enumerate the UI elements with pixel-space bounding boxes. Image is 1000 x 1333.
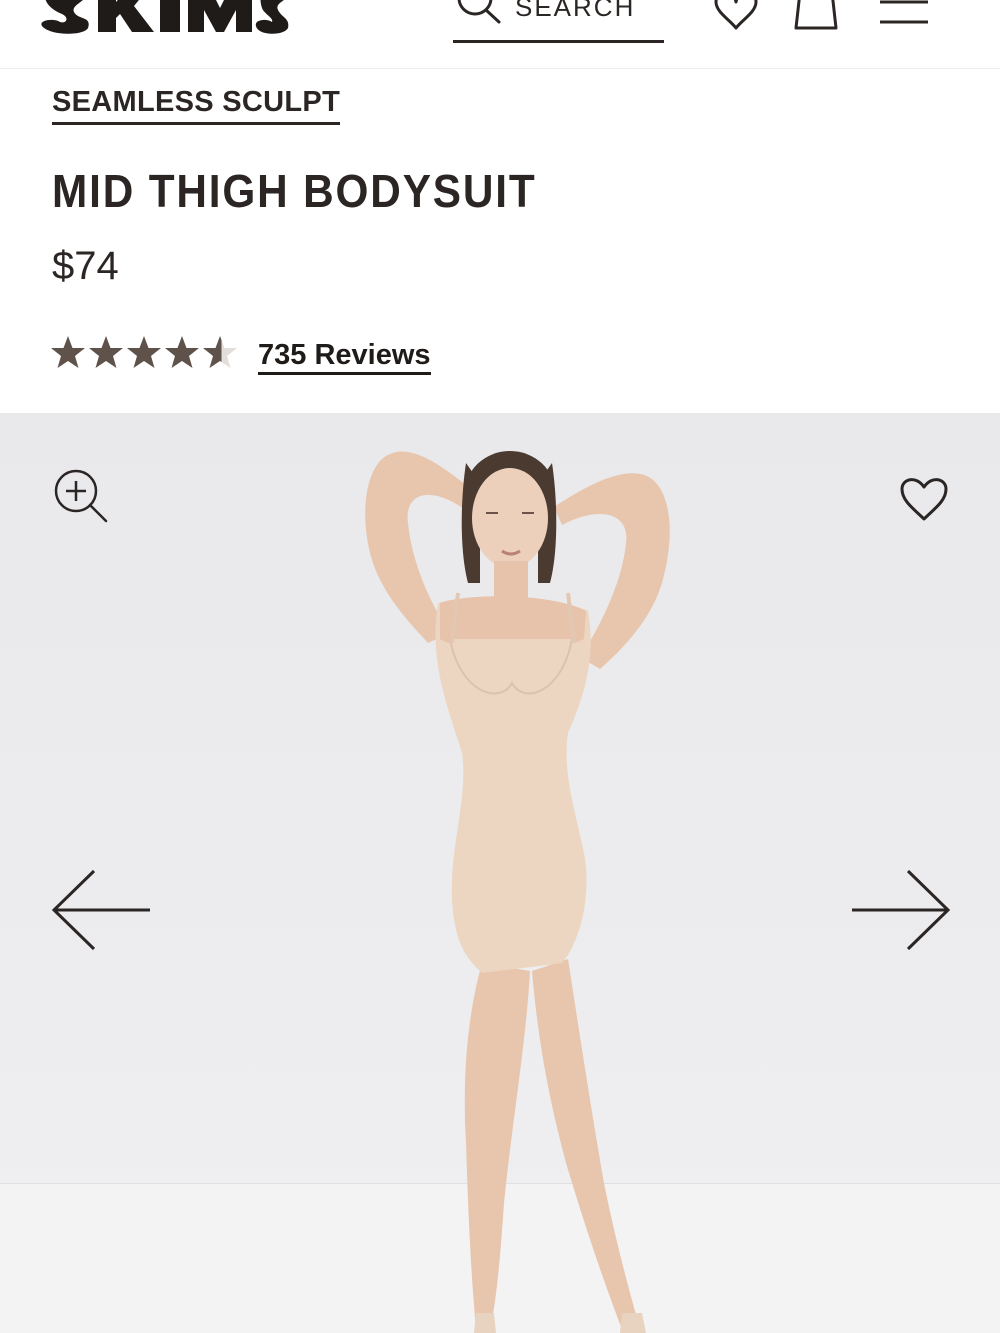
search-label: SEARCH bbox=[515, 0, 636, 22]
bag-icon[interactable] bbox=[792, 0, 840, 32]
star-icon-2 bbox=[89, 336, 123, 368]
star-rating[interactable] bbox=[50, 334, 240, 374]
site-header: SEARCH bbox=[0, 0, 1000, 69]
star-half-icon bbox=[203, 336, 237, 368]
search-icon bbox=[457, 0, 501, 24]
zoom-in-icon[interactable] bbox=[52, 467, 112, 527]
brand-logo[interactable] bbox=[40, 0, 290, 36]
product-image-model bbox=[365, 451, 670, 1333]
arrow-right-icon[interactable] bbox=[846, 865, 954, 955]
star-icon-1 bbox=[51, 336, 85, 368]
star-icon-4 bbox=[165, 336, 199, 368]
reviews-link[interactable]: 735 Reviews bbox=[258, 338, 431, 375]
collection-link[interactable]: SEAMLESS SCULPT bbox=[52, 86, 341, 125]
wishlist-icon[interactable] bbox=[712, 0, 760, 32]
product-image-gallery[interactable] bbox=[0, 413, 1000, 1333]
search-bar[interactable]: SEARCH bbox=[453, 0, 664, 43]
product-price: $74 bbox=[52, 244, 119, 288]
product-title: MID THIGH BODYSUIT bbox=[52, 165, 537, 217]
arrow-left-icon[interactable] bbox=[48, 865, 156, 955]
add-to-wishlist-heart-icon[interactable] bbox=[898, 475, 950, 523]
star-icon-3 bbox=[127, 336, 161, 368]
menu-icon[interactable] bbox=[876, 0, 932, 28]
